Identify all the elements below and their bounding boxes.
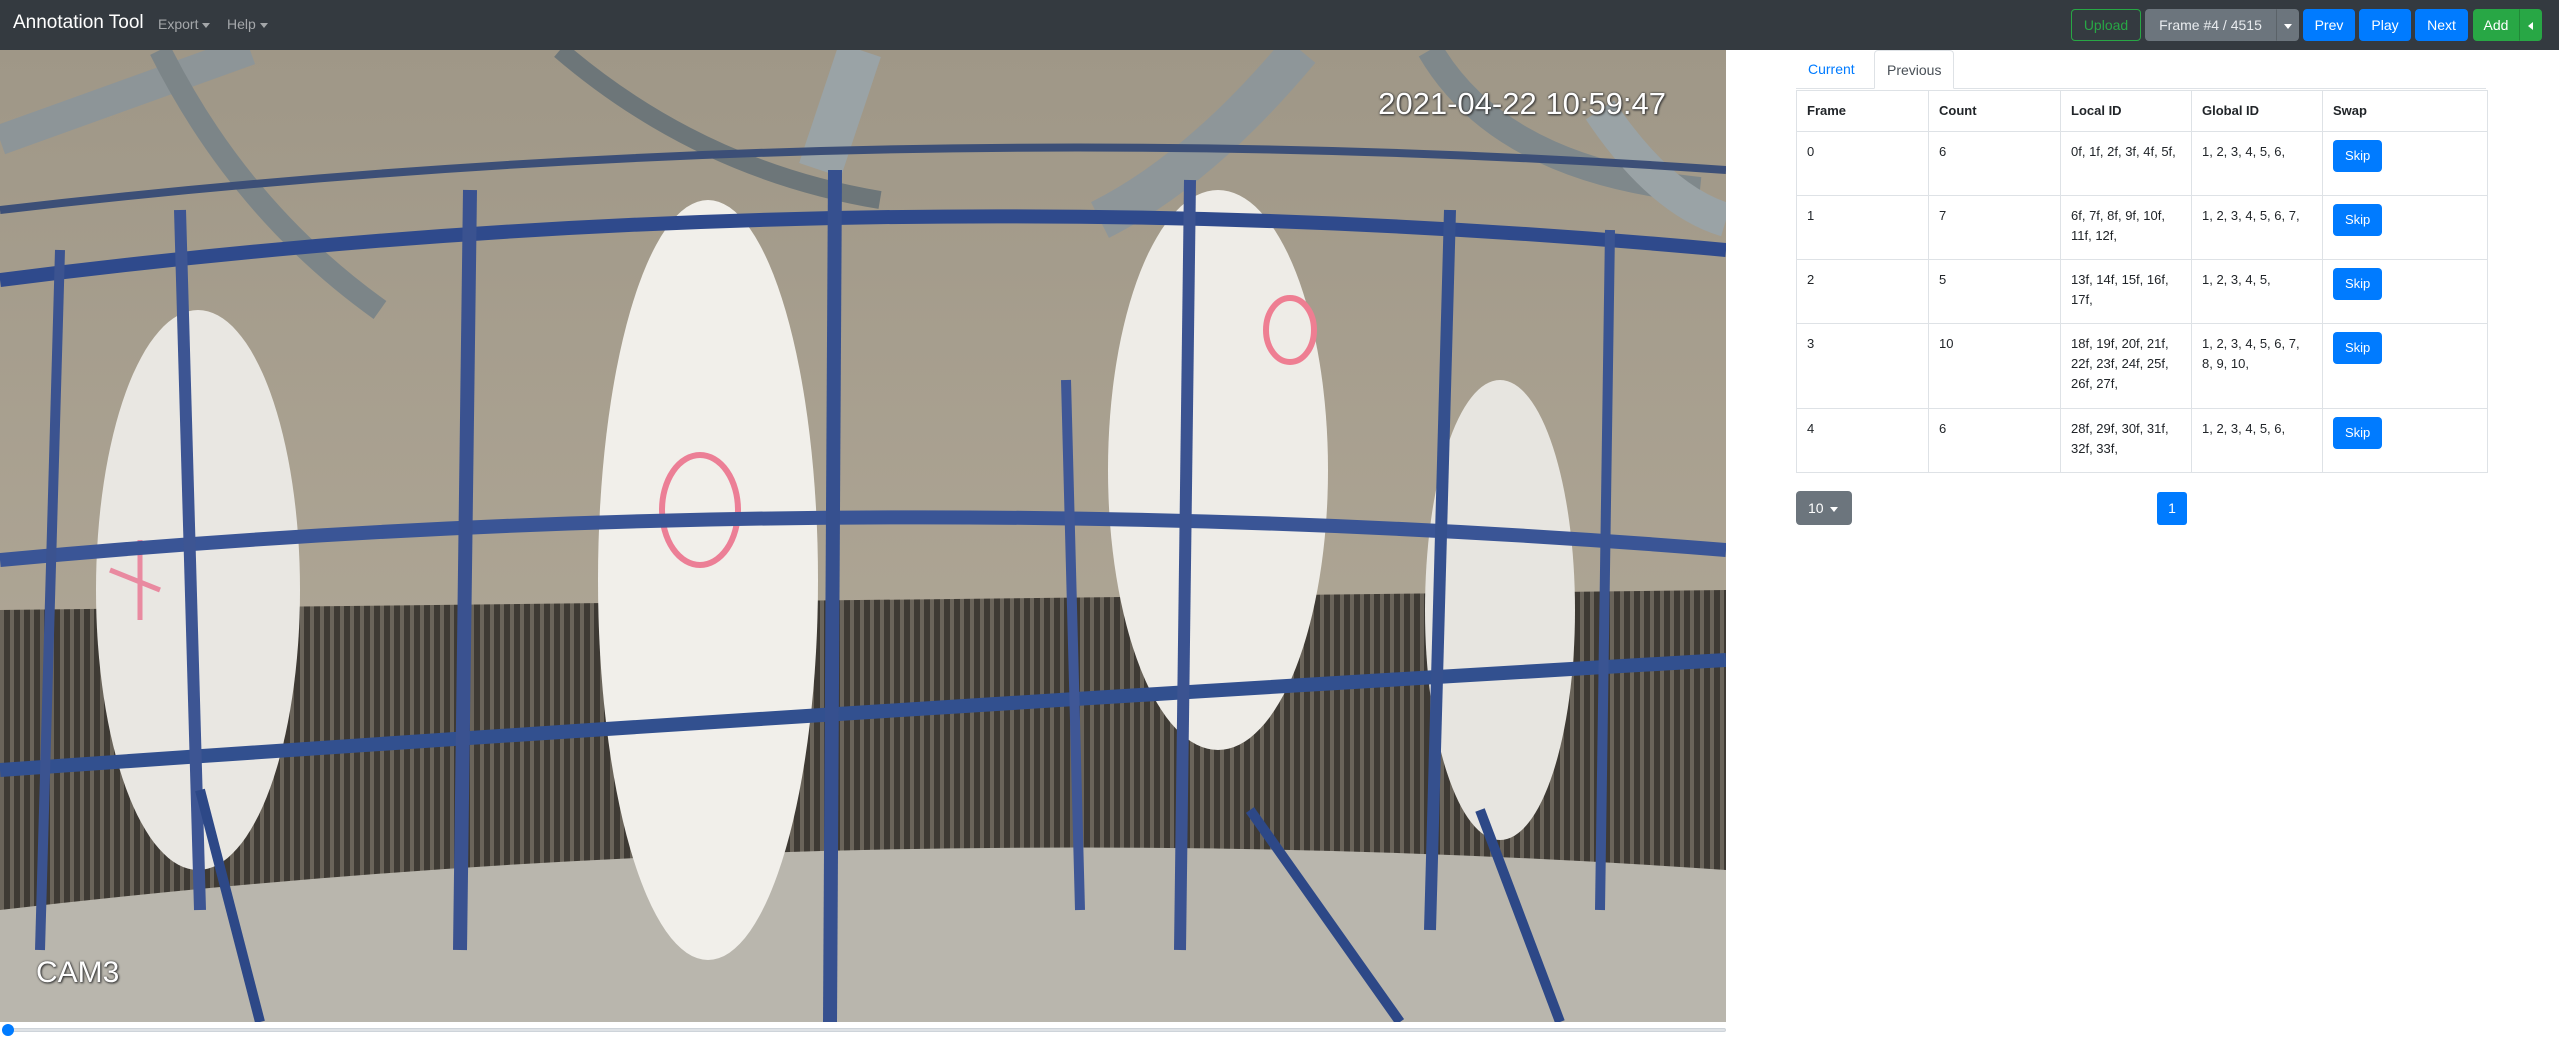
slider-track [4,1028,1726,1032]
cell-frame: 1 [1796,195,1929,260]
table-row: 3 10 18f, 19f, 20f, 21f, 22f, 23f, 24f, … [1796,323,2488,409]
frame-table: Frame Count Local ID Global ID Swap 0 6 … [1796,90,2488,473]
cell-swap: Skip [2322,259,2488,324]
cell-frame: 3 [1796,323,1929,409]
pagination-page-button[interactable]: 1 [2157,492,2187,525]
column-header-frame: Frame [1796,90,1929,132]
add-button[interactable]: Add [2473,9,2519,41]
chevron-down-icon [2283,23,2292,29]
video-frame[interactable]: 2021-04-22 10:59:47 CAM3 [0,50,1726,1022]
camera-frame-image [0,50,1726,1022]
cell-swap: Skip [2322,323,2488,409]
skip-button[interactable]: Skip [2333,204,2383,236]
skip-button[interactable]: Skip [2333,140,2383,172]
cell-count: 7 [1928,195,2061,260]
chevron-down-icon [1829,506,1838,512]
chevron-down-icon [259,22,268,28]
cell-global-id: 1, 2, 3, 4, 5, 6, 7, [2191,195,2323,260]
cell-global-id: 1, 2, 3, 4, 5, 6, 7, 8, 9, 10, [2191,323,2323,409]
upload-button[interactable]: Upload [2071,9,2141,41]
table-header-row: Frame Count Local ID Global ID Swap [1796,90,2488,132]
tab-previous[interactable]: Previous [1874,50,1955,89]
prev-button[interactable]: Prev [2303,9,2355,41]
cell-global-id: 1, 2, 3, 4, 5, 6, [2191,408,2323,473]
cell-local-id: 6f, 7f, 8f, 9f, 10f, 11f, 12f, [2060,195,2192,260]
cell-local-id: 28f, 29f, 30f, 31f, 32f, 33f, [2060,408,2192,473]
video-timestamp: 2021-04-22 10:59:47 [1378,86,1666,121]
skip-button[interactable]: Skip [2333,332,2383,364]
chevron-down-icon [202,22,211,28]
frame-selector[interactable]: Frame #4 / 4515 [2145,9,2276,41]
tab-current[interactable]: Current [1796,50,1867,88]
cell-frame: 4 [1796,408,1929,473]
table-row: 0 6 0f, 1f, 2f, 3f, 4f, 5f, 1, 2, 3, 4, … [1796,131,2488,196]
next-button[interactable]: Next [2415,9,2468,41]
cell-local-id: 0f, 1f, 2f, 3f, 4f, 5f, [2060,131,2192,196]
slider-thumb[interactable] [1,1024,14,1036]
page-size-value: 10 [1808,500,1824,516]
camera-label: CAM3 [36,956,120,989]
table-row: 1 7 6f, 7f, 8f, 9f, 10f, 11f, 12f, 1, 2,… [1796,195,2488,260]
cell-count: 6 [1928,408,2061,473]
column-header-global-id: Global ID [2191,90,2323,132]
help-menu-label: Help [227,16,256,32]
chevron-left-icon [2528,22,2533,31]
cell-swap: Skip [2322,195,2488,260]
cell-count: 10 [1928,323,2061,409]
cell-local-id: 18f, 19f, 20f, 21f, 22f, 23f, 24f, 25f, … [2060,323,2192,409]
play-button[interactable]: Play [2359,9,2411,41]
cell-count: 5 [1928,259,2061,324]
cell-swap: Skip [2322,408,2488,473]
page-size-dropdown[interactable]: 10 [1796,491,1852,525]
video-progress-slider[interactable] [1,1024,1726,1036]
export-menu[interactable]: Export [158,16,211,32]
app-title: Annotation Tool [13,12,144,33]
add-dropdown-toggle[interactable] [2519,9,2542,41]
skip-button[interactable]: Skip [2333,417,2383,449]
column-header-count: Count [1928,90,2061,132]
cell-count: 6 [1928,131,2061,196]
help-menu[interactable]: Help [227,16,268,32]
table-row: 4 6 28f, 29f, 30f, 31f, 32f, 33f, 1, 2, … [1796,408,2488,473]
frame-dropdown-toggle[interactable] [2276,9,2299,41]
cell-local-id: 13f, 14f, 15f, 16f, 17f, [2060,259,2192,324]
cell-swap: Skip [2322,131,2488,196]
cell-global-id: 1, 2, 3, 4, 5, [2191,259,2323,324]
skip-button[interactable]: Skip [2333,268,2383,300]
column-header-swap: Swap [2322,90,2488,132]
cell-frame: 2 [1796,259,1929,324]
cell-global-id: 1, 2, 3, 4, 5, 6, [2191,131,2323,196]
top-navbar: Annotation Tool Export Help Upload Frame… [0,0,2559,50]
table-row: 2 5 13f, 14f, 15f, 16f, 17f, 1, 2, 3, 4,… [1796,259,2488,324]
cell-frame: 0 [1796,131,1929,196]
column-header-local-id: Local ID [2060,90,2192,132]
export-menu-label: Export [158,16,199,32]
tab-bar: Current Previous [1796,50,2486,89]
